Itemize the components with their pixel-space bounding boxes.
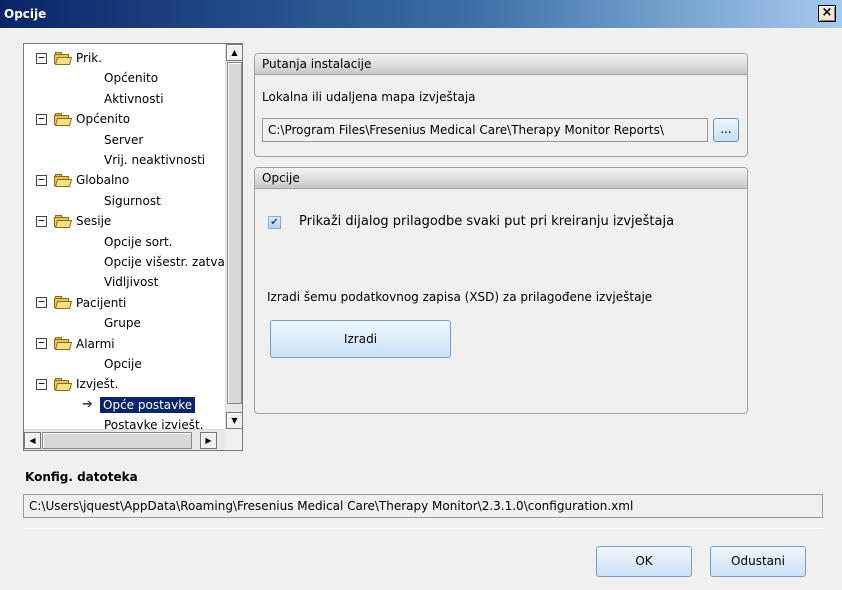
tree-item[interactable]: − Globalno xyxy=(36,170,129,190)
browse-button[interactable]: ... xyxy=(713,118,739,142)
scroll-down-icon[interactable]: ▼ xyxy=(226,412,242,429)
collapse-icon[interactable]: − xyxy=(36,296,47,309)
tree-item-label: Grupe xyxy=(104,316,141,331)
tree-item[interactable]: Sigurnost xyxy=(104,191,161,211)
tree-item-label: Globalno xyxy=(76,173,130,188)
config-file-path[interactable]: C:\Users\jquest\AppData\Roaming\Freseniu… xyxy=(23,494,823,518)
tree-item-label: Pacijenti xyxy=(76,295,127,310)
scroll-left-icon[interactable]: ◀ xyxy=(24,432,41,449)
options-header: Opcije xyxy=(255,168,747,189)
footer-separator xyxy=(23,528,823,529)
horizontal-scroll-thumb[interactable] xyxy=(42,432,192,449)
tree-item-label: Vrij. neaktivnosti xyxy=(104,153,206,167)
tree-item-label: Općenito xyxy=(104,71,159,86)
collapse-icon[interactable]: − xyxy=(36,378,47,390)
folder-icon xyxy=(54,296,73,310)
tree-item-label: Server xyxy=(104,132,144,147)
tree-item[interactable]: − Pacijenti xyxy=(36,293,126,313)
tree-vertical-scrollbar[interactable]: ▲ ▼ xyxy=(225,44,242,429)
selected-arrow-icon: ➔ xyxy=(82,396,93,412)
tree-content: − Prik. Općenito Aktivnosti − Općenito Server V… xyxy=(24,44,227,429)
install-path-group: Putanja instalacije Lokalna ili udaljena… xyxy=(254,53,748,157)
folder-icon xyxy=(54,337,73,351)
folder-icon xyxy=(54,377,73,391)
ok-button[interactable]: OK xyxy=(596,546,692,577)
scroll-right-icon[interactable]: ▶ xyxy=(200,432,217,449)
tree-item[interactable]: − Izvješt. xyxy=(36,374,118,394)
report-folder-field[interactable]: C:\Program Files\Fresenius Medical Care\… xyxy=(262,118,708,142)
checkmark-icon: ✔ xyxy=(270,217,279,228)
tree-item[interactable]: Vidljivost xyxy=(104,272,158,292)
tree-item[interactable]: − Alarmi xyxy=(36,334,115,354)
show-customize-dialog-checkbox[interactable]: ✔ xyxy=(268,216,281,229)
tree-item-label: Sesije xyxy=(76,214,112,229)
tree-item-label: Opće postavke xyxy=(100,396,196,413)
xsd-label: Izradi šemu podatkovnog zapisa (XSD) za … xyxy=(267,290,653,304)
show-customize-dialog-label: Prikaži dijalog prilagodbe svaki put pri… xyxy=(299,214,675,229)
collapse-icon[interactable]: − xyxy=(36,52,47,64)
tree-item[interactable]: Server xyxy=(104,130,143,150)
cancel-button[interactable]: Odustani xyxy=(710,546,806,577)
collapse-icon[interactable]: − xyxy=(36,337,47,350)
tree-item[interactable]: − Prik. xyxy=(36,48,102,68)
window-title: Opcije xyxy=(4,7,47,21)
tree-item[interactable]: Vrij. neaktivnosti xyxy=(104,150,205,170)
tree-item-label: Opcije xyxy=(104,357,142,371)
tree-item[interactable]: − Općenito xyxy=(36,109,130,129)
tree-item[interactable]: Opcije sort. xyxy=(104,232,173,252)
tree-item[interactable]: Općenito xyxy=(104,68,158,88)
tree-item-label: Postavke izvješt. xyxy=(104,418,204,429)
collapse-icon[interactable]: − xyxy=(36,174,47,186)
vertical-scroll-thumb[interactable] xyxy=(227,62,242,404)
create-xsd-button[interactable]: Izradi xyxy=(270,320,451,358)
folder-icon xyxy=(54,214,73,228)
install-path-header: Putanja instalacije xyxy=(255,54,747,75)
tree-item[interactable]: Aktivnosti xyxy=(104,89,164,109)
folder-icon xyxy=(54,51,73,65)
folder-icon xyxy=(54,173,73,187)
scroll-up-icon[interactable]: ▲ xyxy=(226,44,242,61)
tree-item[interactable]: ➔ Opće postavke xyxy=(82,395,196,415)
tree-item-label: Opcije sort. xyxy=(104,234,173,249)
tree-item[interactable]: − Sesije xyxy=(36,211,111,231)
report-folder-label: Lokalna ili udaljena mapa izvještaja xyxy=(262,90,476,104)
options-group: Opcije ✔ Prikaži dijalog prilagodbe svak… xyxy=(254,167,748,414)
config-file-label: Konfig. datoteka xyxy=(25,470,138,484)
tree-item-label: Aktivnosti xyxy=(104,91,164,106)
tree-item-label: Alarmi xyxy=(76,336,115,351)
options-dialog: Opcije × − Prik. Općenito Aktivnosti − Općeni… xyxy=(0,0,842,590)
tree-item[interactable]: Opcije višestr. zatva xyxy=(104,252,225,272)
tree-item-label: Prik. xyxy=(76,51,103,65)
title-bar: Opcije × xyxy=(0,0,842,28)
tree-item-label: Vidljivost xyxy=(104,275,159,290)
folder-icon xyxy=(54,112,73,126)
options-tree[interactable]: − Prik. Općenito Aktivnosti − Općenito Server V… xyxy=(23,43,243,451)
tree-item-label: Izvješt. xyxy=(76,377,119,392)
tree-item-label: Opcije višestr. zatva xyxy=(104,255,225,269)
collapse-icon[interactable]: − xyxy=(36,215,47,227)
close-button[interactable]: × xyxy=(818,5,836,22)
collapse-icon[interactable]: − xyxy=(36,113,47,125)
tree-item[interactable]: Grupe xyxy=(104,313,141,333)
scrollbar-corner xyxy=(225,429,242,450)
tree-item-label: Općenito xyxy=(76,112,131,127)
tree-item[interactable]: Opcije xyxy=(104,354,142,374)
tree-horizontal-scrollbar[interactable]: ◀ ▶ xyxy=(24,429,227,450)
tree-item-label: Sigurnost xyxy=(104,193,161,208)
tree-item[interactable]: Postavke izvješt. xyxy=(104,415,204,429)
